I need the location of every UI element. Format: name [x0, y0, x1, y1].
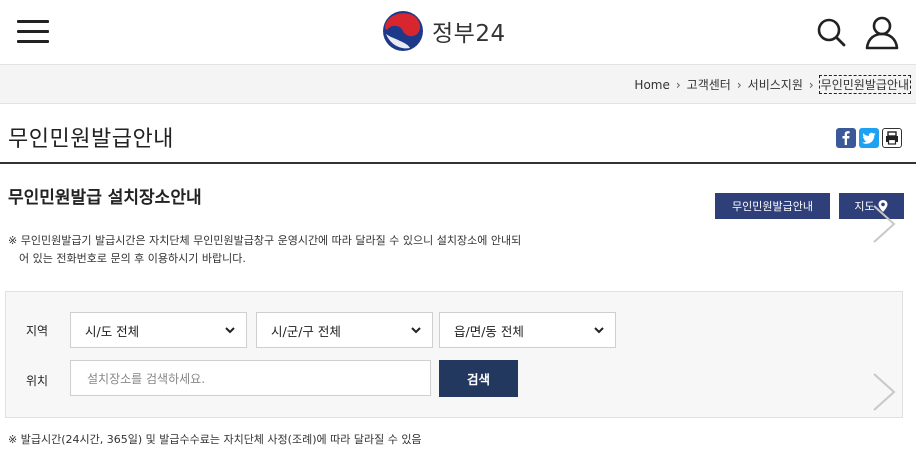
twitter-icon[interactable]	[859, 128, 879, 148]
location-search-input[interactable]: 설치장소를 검색하세요.	[70, 360, 431, 396]
eupmyeondong-select-value: 읍/면/동 전체	[454, 323, 524, 339]
eupmyeondong-select[interactable]: 읍/면/동 전체	[439, 312, 616, 348]
notice-text: ※ 무인민원발급기 발급시간은 자치단체 무인민원발급창구 운영시간에 따라 달…	[8, 232, 608, 268]
breadcrumb: Home › 고객센터 › 서비스지원 › 무인민원발급안내	[634, 75, 912, 94]
breadcrumb-separator: ›	[736, 77, 742, 92]
breadcrumb-home[interactable]: Home	[634, 78, 669, 92]
breadcrumb-separator: ›	[675, 77, 681, 92]
print-icon[interactable]	[882, 128, 902, 148]
header: 정부24	[0, 0, 916, 64]
sigungu-select-value: 시/군/구 전체	[271, 323, 341, 339]
logo-text: 정부24	[432, 21, 506, 47]
location-label: 위치	[26, 374, 49, 388]
footnote: ※ 발급시간(24시간, 365일) 및 발급수수료는 자치단체 사정(조례)에…	[8, 433, 422, 446]
chevron-right-icon[interactable]	[870, 202, 900, 246]
kiosk-guide-button[interactable]: 무인민원발급안내	[715, 193, 830, 219]
sido-select-value: 시/도 전체	[85, 323, 140, 339]
breadcrumb-service-support[interactable]: 서비스지원	[748, 76, 803, 93]
chevron-down-icon	[594, 327, 604, 334]
search-panel: 지역 시/도 전체 시/군/구 전체 읍/면/동 전체 위치 설치장소를 검색하…	[5, 291, 903, 418]
breadcrumb-customer-center[interactable]: 고객센터	[687, 76, 731, 93]
chevron-right-icon[interactable]	[870, 370, 900, 414]
gov24-logo[interactable]: 정부24	[382, 9, 506, 53]
title-divider	[0, 162, 916, 164]
sigungu-select[interactable]: 시/군/구 전체	[256, 312, 433, 348]
share-buttons	[836, 128, 902, 148]
sido-select[interactable]: 시/도 전체	[70, 312, 247, 348]
chevron-down-icon	[411, 327, 421, 334]
search-icon[interactable]	[812, 12, 852, 52]
user-icon[interactable]	[862, 12, 902, 52]
notice-line-2: 어 있는 전화번호로 문의 후 이용하시기 바랍니다.	[19, 252, 246, 265]
taegeuk-logo-icon	[383, 11, 423, 51]
page-title: 무인민원발급안내	[8, 127, 174, 152]
facebook-icon[interactable]	[836, 128, 856, 148]
breadcrumb-current[interactable]: 무인민원발급안내	[818, 75, 912, 94]
menu-icon[interactable]	[17, 18, 49, 44]
breadcrumb-bar: Home › 고객센터 › 서비스지원 › 무인민원발급안내	[0, 64, 916, 104]
notice-line-1: ※ 무인민원발급기 발급시간은 자치단체 무인민원발급창구 운영시간에 따라 달…	[8, 234, 522, 247]
region-label: 지역	[26, 324, 49, 338]
chevron-down-icon	[225, 327, 235, 334]
breadcrumb-separator: ›	[808, 77, 814, 92]
section-title: 무인민원발급 설치장소안내	[8, 188, 202, 208]
search-button[interactable]: 검색	[439, 360, 518, 397]
